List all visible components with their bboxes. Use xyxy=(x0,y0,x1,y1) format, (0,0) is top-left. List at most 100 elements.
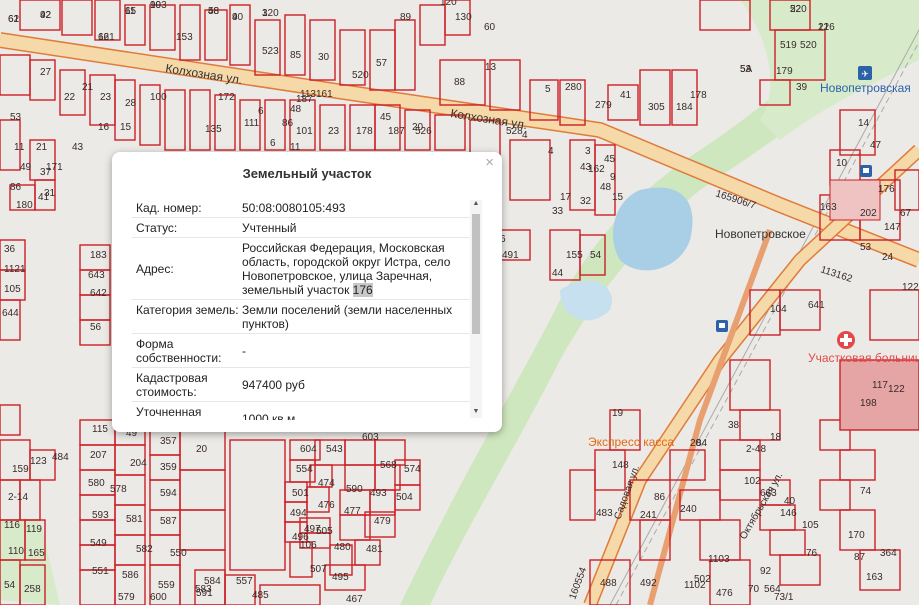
parcel-number-label[interactable]: 86 xyxy=(282,118,294,129)
parcel-number-label[interactable]: 476 xyxy=(716,588,733,599)
parcel-number-label[interactable]: 258 xyxy=(24,584,41,595)
parcel-number-label[interactable]: 2-14 xyxy=(8,492,28,503)
parcel-number-label[interactable]: 1121 xyxy=(4,264,26,275)
parcel-number-label[interactable]: 102 xyxy=(744,476,761,487)
parcel-number-label[interactable]: 557 xyxy=(236,576,253,587)
parcel-number-label[interactable]: 580 xyxy=(88,478,105,489)
parcel-number-label[interactable]: 39 xyxy=(796,82,808,93)
parcel-number-label[interactable]: 106 xyxy=(300,540,317,551)
parcel-number-label[interactable]: 187 xyxy=(388,126,405,137)
parcel-number-label[interactable]: 507 xyxy=(310,564,327,575)
parcel-number-label[interactable]: 47 xyxy=(870,140,882,151)
parcel-number-label[interactable]: 3 xyxy=(262,8,268,19)
parcel-number-label[interactable]: 24 xyxy=(882,252,894,263)
parcel-number-label[interactable]: 45 xyxy=(380,112,392,123)
parcel-number-label[interactable]: 477 xyxy=(344,506,361,517)
parcel-number-label[interactable]: 480 xyxy=(334,542,351,553)
parcel-number-label[interactable]: 549 xyxy=(90,538,107,549)
parcel-number-label[interactable]: 153 xyxy=(176,32,193,43)
parcel-number-label[interactable]: 485 xyxy=(252,590,269,601)
parcel-number-label[interactable]: 48 xyxy=(600,182,612,193)
parcel-number-label[interactable]: 590 xyxy=(346,484,363,495)
parcel-number-label[interactable]: 551 xyxy=(92,566,109,577)
parcel-number-label[interactable]: 584 xyxy=(204,576,221,587)
parcel-number-label[interactable]: 187 xyxy=(296,94,313,105)
parcel-number-label[interactable]: 488 xyxy=(600,578,617,589)
parcel-number-label[interactable]: 663 xyxy=(760,488,777,499)
parcel-number-label[interactable]: 4 xyxy=(232,12,238,23)
parcel-number-label[interactable]: 89 xyxy=(400,12,412,23)
parcel-number-label[interactable]: 579 xyxy=(118,592,135,603)
parcel-number-label[interactable]: 240 xyxy=(680,504,697,515)
parcel-number-label[interactable]: 5 xyxy=(545,84,551,95)
parcel-number-label[interactable]: 180 xyxy=(16,200,33,211)
parcel-number-label[interactable]: 122 xyxy=(888,384,905,395)
parcel-number-label[interactable]: 494 xyxy=(290,508,307,519)
parcel-number-label[interactable]: 587 xyxy=(160,516,177,527)
parcel-number-label[interactable]: 104 xyxy=(770,304,787,315)
parcel-number-label[interactable]: 38 xyxy=(728,420,740,431)
parcel-number-label[interactable]: 578 xyxy=(110,484,127,495)
place-label-hospital[interactable]: Участковая больница xyxy=(808,351,919,365)
scroll-up-icon[interactable]: ▲ xyxy=(470,200,482,210)
parcel-number-label[interactable]: 476 xyxy=(318,500,335,511)
parcel-number-label[interactable]: 120 xyxy=(440,0,457,8)
parcel-number-label[interactable]: 33 xyxy=(552,206,564,217)
parcel-number-label[interactable]: 28 xyxy=(125,98,137,109)
parcel-number-label[interactable]: 581 xyxy=(126,514,143,525)
parcel-number-label[interactable]: 183 xyxy=(90,250,107,261)
parcel-number-label[interactable]: 37 xyxy=(40,167,52,178)
parcel-number-label[interactable]: 148 xyxy=(612,460,629,471)
parcel-number-label[interactable]: 52 xyxy=(790,4,802,15)
parcel-number-label[interactable]: 45 xyxy=(604,154,616,165)
parcel-number-label[interactable]: 603 xyxy=(362,432,379,443)
parcel-number-label[interactable]: 92 xyxy=(760,566,772,577)
parcel-number-label[interactable]: 184 xyxy=(676,102,693,113)
parcel-number-label[interactable]: 568 xyxy=(380,460,397,471)
parcel-number-label[interactable]: 119 xyxy=(26,524,42,535)
parcel-number-label[interactable]: 550 xyxy=(170,548,187,559)
parcel-number-label[interactable]: 15 xyxy=(120,122,132,133)
parcel-number-label[interactable]: 103 xyxy=(150,0,167,11)
parcel-number-label[interactable]: 474 xyxy=(318,478,335,489)
parcel-number-label[interactable]: 76 xyxy=(806,548,818,559)
parcel-number-label[interactable]: 357 xyxy=(160,436,177,447)
parcel-number-label[interactable]: 198 xyxy=(860,398,877,409)
parcel-number-label[interactable]: 586 xyxy=(122,570,139,581)
parcel-number-label[interactable]: 116 xyxy=(4,520,20,531)
parcel-number-label[interactable]: 21 xyxy=(36,142,48,153)
parcel-number-label[interactable]: 135 xyxy=(205,124,222,135)
metro-icon[interactable]: ✈ xyxy=(858,66,872,80)
parcel-number-label[interactable]: 4 xyxy=(548,146,554,157)
parcel-number-label[interactable]: 32 xyxy=(580,196,592,207)
parcel-number-label[interactable]: 280 xyxy=(565,82,582,93)
parcel-number-label[interactable]: 60 xyxy=(484,22,496,33)
parcel-number-label[interactable]: 159 xyxy=(12,464,29,475)
parcel-number-label[interactable]: 504 xyxy=(396,492,413,503)
parcel-number-label[interactable]: 87 xyxy=(854,552,866,563)
parcel-number-label[interactable]: 123 xyxy=(30,456,47,467)
parcel-number-label[interactable]: 101 xyxy=(296,126,313,137)
parcel-number-label[interactable]: 4 xyxy=(522,130,528,141)
parcel-number-label[interactable]: 491 xyxy=(502,250,519,261)
popup-scrollbar[interactable]: ▲ ▼ xyxy=(470,200,482,418)
parcel-number-label[interactable]: 493 xyxy=(370,488,387,499)
parcel-number-label[interactable]: 172 xyxy=(218,92,235,103)
parcel-number-label[interactable]: 11 xyxy=(14,142,25,153)
place-label-station[interactable]: Новопетровская xyxy=(820,81,911,95)
hospital-icon[interactable] xyxy=(837,331,855,349)
parcel-number-label[interactable]: 54 xyxy=(590,250,602,261)
parcel-number-label[interactable]: 15 xyxy=(612,192,624,203)
parcel-number-label[interactable]: 30 xyxy=(318,52,330,63)
parcel-number-label[interactable]: 520 xyxy=(352,70,369,81)
parcel-number-label[interactable]: 643 xyxy=(88,270,105,281)
parcel-number-label[interactable]: 85 xyxy=(290,50,302,61)
parcel-number-label[interactable]: 56 xyxy=(90,322,102,333)
close-icon[interactable]: × xyxy=(485,154,494,171)
parcel-number-label[interactable]: 67 xyxy=(900,208,912,219)
parcel-number-label[interactable]: 519 xyxy=(780,40,797,51)
parcel-number-label[interactable]: 501 xyxy=(292,488,309,499)
bus-stop-icon[interactable] xyxy=(860,165,872,177)
parcel-number-label[interactable]: 111 xyxy=(244,118,260,129)
parcel-number-label[interactable]: 178 xyxy=(356,126,373,137)
